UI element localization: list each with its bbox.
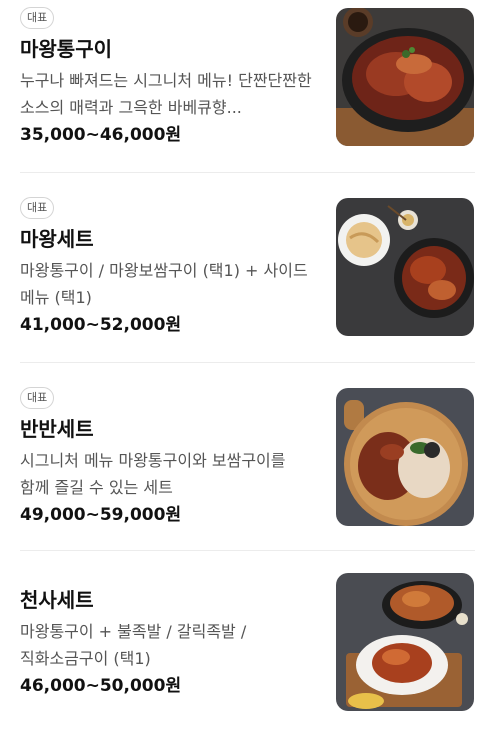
signature-badge: 대표 — [20, 7, 55, 29]
menu-item-description: 시그니처 메뉴 마왕통구이와 보쌈구이를 함께 즐길 수 있는 세트 — [20, 451, 286, 497]
menu-item-info: 대표 마왕통구이 누구나 빠져드는 시그니처 메뉴! 단짠단짠한 소스의 매력과… — [20, 6, 320, 147]
half-half-platter-image[interactable] — [336, 388, 474, 526]
menu-item-title: 반반세트 — [20, 417, 94, 441]
menu-item-price: 35,000~46,000원 — [20, 125, 182, 145]
menu-item-title: 마왕세트 — [20, 227, 94, 251]
menu-item-price: 49,000~59,000원 — [20, 505, 182, 525]
menu-item-price: 46,000~50,000원 — [20, 676, 182, 696]
menu-item-description: 누구나 빠져드는 시그니처 메뉴! 단짠단짠한 소스의 매력과 그윽한 바베큐향… — [20, 71, 312, 117]
grilled-pork-pan-image[interactable] — [336, 8, 474, 146]
signature-badge: 대표 — [20, 197, 55, 219]
divider — [20, 172, 475, 173]
angel-set-image[interactable] — [336, 573, 474, 711]
signature-badge: 대표 — [20, 387, 55, 409]
menu-item-mawang-tonggui[interactable]: 대표 마왕통구이 누구나 빠져드는 시그니처 메뉴! 단짠단짠한 소스의 매력과… — [0, 0, 480, 172]
menu-item-info: 대표 반반세트 시그니처 메뉴 마왕통구이와 보쌈구이를 함께 즐길 수 있는 … — [20, 386, 320, 527]
divider — [20, 550, 475, 551]
menu-item-info: 천사세트 마왕통구이 + 불족발 / 갈릭족발 / 직화소금구이 (택1) 46… — [20, 586, 320, 698]
menu-item-description: 마왕통구이 / 마왕보쌈구이 (택1) + 사이드 메뉴 (택1) — [20, 261, 308, 307]
set-meal-image[interactable] — [336, 198, 474, 336]
menu-item-title: 마왕통구이 — [20, 37, 112, 61]
menu-item-info: 대표 마왕세트 마왕통구이 / 마왕보쌈구이 (택1) + 사이드 메뉴 (택1… — [20, 196, 320, 337]
menu-item-banban-set[interactable]: 대표 반반세트 시그니처 메뉴 마왕통구이와 보쌈구이를 함께 즐길 수 있는 … — [0, 376, 480, 550]
menu-item-cheonsa-set[interactable]: 천사세트 마왕통구이 + 불족발 / 갈릭족발 / 직화소금구이 (택1) 46… — [0, 560, 480, 737]
menu-item-mawang-set[interactable]: 대표 마왕세트 마왕통구이 / 마왕보쌈구이 (택1) + 사이드 메뉴 (택1… — [0, 186, 480, 362]
divider — [20, 362, 475, 363]
menu-item-description: 마왕통구이 + 불족발 / 갈릭족발 / 직화소금구이 (택1) — [20, 622, 247, 668]
menu-item-price: 41,000~52,000원 — [20, 315, 182, 335]
menu-item-title: 천사세트 — [20, 588, 94, 612]
menu-list: 대표 마왕통구이 누구나 빠져드는 시그니처 메뉴! 단짠단짠한 소스의 매력과… — [0, 0, 480, 737]
